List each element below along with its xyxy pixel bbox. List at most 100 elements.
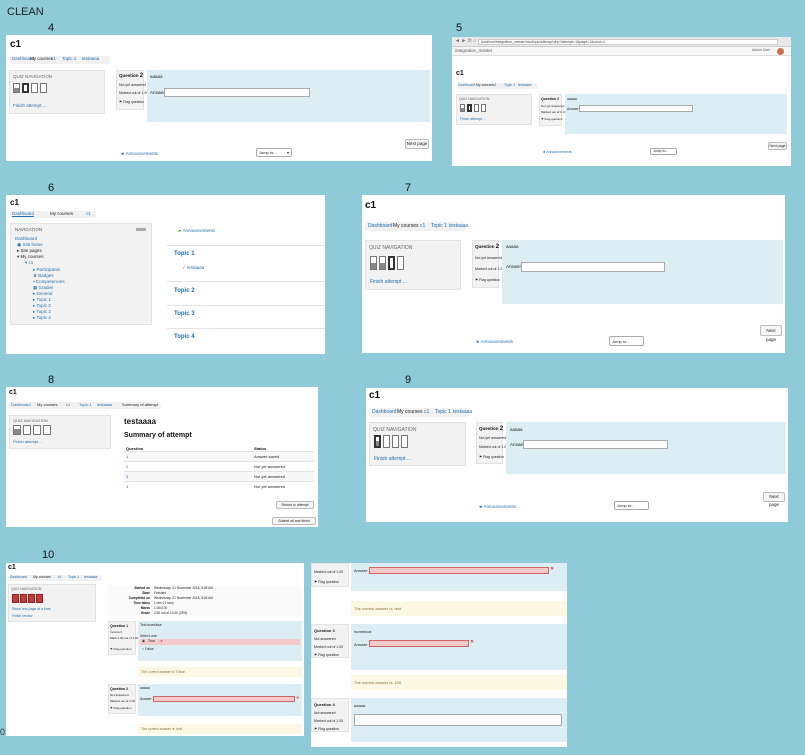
- nav-item[interactable]: ▦ Grades: [33, 285, 53, 291]
- url-bar[interactable]: localhost/integration_master/mod/quiz/at…: [478, 39, 778, 45]
- site-name[interactable]: integration_master: [455, 48, 492, 53]
- radio-false[interactable]: ○ False: [142, 647, 154, 651]
- question-number-link[interactable]: 1: [126, 454, 128, 459]
- quiz-nav-button-4[interactable]: [401, 435, 408, 448]
- answer-input[interactable]: [164, 88, 310, 97]
- quiz-nav-button-3[interactable]: [388, 256, 395, 270]
- nav-item[interactable]: ▸ General: [33, 291, 53, 297]
- quiz-nav-button-4[interactable]: [481, 104, 486, 112]
- announcements-link[interactable]: ◄ Announcements: [475, 339, 513, 344]
- question-number-link[interactable]: 2: [126, 464, 128, 469]
- nav-item[interactable]: ▸ Topic 2: [33, 303, 51, 309]
- nav-item[interactable]: ▾ c1: [25, 260, 33, 266]
- flag-question[interactable]: ⚑ Flag question: [110, 706, 132, 710]
- quiz-link[interactable]: ✓ testaaaa: [182, 265, 204, 271]
- flag-question[interactable]: ⚑ Flag question: [314, 580, 339, 584]
- submit-all-button[interactable]: Submit all and finish: [272, 517, 316, 525]
- breadcrumb-topic[interactable]: Topic 1: [62, 56, 76, 61]
- nav-item[interactable]: ▸ Topic 1: [33, 297, 51, 303]
- quiz-nav-button-1[interactable]: [370, 256, 377, 270]
- quiz-nav-button-1[interactable]: [374, 435, 381, 448]
- flag-question[interactable]: ⚑ Flag question: [314, 727, 339, 731]
- question-number-link[interactable]: 3: [126, 474, 128, 479]
- nav-item[interactable]: ▣ Site home: [17, 242, 43, 248]
- browser-nav-icons[interactable]: ◄ ► ⟳ ⌂: [455, 38, 476, 44]
- quiz-nav-button-2[interactable]: [23, 425, 31, 435]
- quiz-nav-button-1[interactable]: [12, 594, 19, 603]
- finish-attempt-link[interactable]: Finish attempt ...: [13, 439, 43, 444]
- breadcrumb-course[interactable]: c1: [51, 56, 56, 61]
- nav-item[interactable]: ▪ Competencies: [33, 279, 65, 284]
- quiz-nav-button-3[interactable]: [28, 594, 35, 603]
- breadcrumb-quiz[interactable]: testaaaa: [82, 56, 99, 61]
- answer-input-incorrect[interactable]: [153, 696, 295, 702]
- quiz-nav-button-3[interactable]: [33, 425, 41, 435]
- answer-input[interactable]: [579, 105, 693, 112]
- answer-input-incorrect[interactable]: [369, 640, 469, 647]
- flag-question[interactable]: ⚑ Flag question: [479, 455, 504, 459]
- answer-input-incorrect[interactable]: [369, 567, 549, 574]
- avatar[interactable]: [777, 48, 784, 55]
- jump-to-select[interactable]: Jump to...: [614, 501, 649, 510]
- flag-question[interactable]: ⚑ Flag question: [314, 653, 339, 657]
- flag-question[interactable]: ⚑ Flag question: [110, 647, 132, 651]
- screenshot-10-continued: Marked out of 1.00 ⚑ Flag question Answe…: [311, 563, 567, 747]
- finish-review-link[interactable]: Finish review: [12, 614, 32, 618]
- quiz-nav-button-2[interactable]: [379, 256, 386, 270]
- next-page-button[interactable]: Next page: [760, 325, 782, 342]
- finish-attempt-link[interactable]: Finish attempt ...: [374, 456, 411, 462]
- show-one-page-link[interactable]: Show one page at a time: [12, 607, 51, 611]
- topic-4-heading[interactable]: Topic 4: [174, 334, 195, 340]
- quiz-nav-button-2[interactable]: [20, 594, 27, 603]
- quiz-nav-button-4[interactable]: [397, 256, 404, 270]
- return-to-attempt-button[interactable]: Return to attempt: [276, 501, 314, 509]
- quiz-nav-button-4[interactable]: [43, 425, 51, 435]
- radio-true[interactable]: ◉: [142, 639, 145, 643]
- quiz-nav-button-2[interactable]: [467, 104, 472, 112]
- quiz-nav-button-1[interactable]: [13, 83, 20, 93]
- quiz-nav-button-2[interactable]: [22, 83, 29, 93]
- topic-2-heading[interactable]: Topic 2: [174, 288, 195, 294]
- block-collapse-icon[interactable]: [136, 228, 146, 231]
- announcements-link[interactable]: ◄ Announcements: [478, 504, 516, 509]
- jump-to-select[interactable]: Jump to... ▾: [256, 148, 292, 157]
- nav-item[interactable]: ▸ Participants: [33, 267, 60, 273]
- answer-input[interactable]: [523, 440, 668, 449]
- next-page-button[interactable]: Next page: [768, 142, 787, 150]
- quiz-nav-button-4[interactable]: [40, 83, 47, 93]
- quiz-nav-button-1[interactable]: [13, 425, 21, 435]
- user-menu[interactable]: Admin User: [752, 48, 770, 52]
- announcements-link[interactable]: ◄ Announcements: [120, 151, 158, 156]
- answer-textarea[interactable]: [354, 714, 562, 726]
- nav-item[interactable]: Dashboard: [15, 236, 37, 241]
- quiz-nav-button-4[interactable]: [36, 594, 43, 603]
- quiz-nav-button-2[interactable]: [383, 435, 390, 448]
- nav-item[interactable]: ♛ Badges: [33, 273, 54, 279]
- jump-to-select[interactable]: Jump to...: [650, 148, 677, 155]
- nav-item[interactable]: ▾ My courses: [17, 254, 44, 260]
- flag-question[interactable]: ⚑ Flag question: [541, 117, 563, 121]
- nav-item[interactable]: ▸ Topic 3: [33, 309, 51, 315]
- next-page-button[interactable]: Next page: [763, 492, 785, 507]
- finish-attempt-link[interactable]: Finish attempt ...: [13, 103, 46, 108]
- quiz-nav-button-3[interactable]: [392, 435, 399, 448]
- topic-3-heading[interactable]: Topic 3: [174, 311, 195, 317]
- breadcrumb-mycourses[interactable]: My courses: [30, 56, 53, 61]
- quiz-nav-button-3[interactable]: [31, 83, 38, 93]
- nav-item[interactable]: ▸ Site pages: [17, 248, 42, 254]
- nav-item[interactable]: ▸ Topic 4: [33, 315, 51, 321]
- flag-question[interactable]: ⚑ Flag question: [119, 100, 144, 104]
- announcements-link[interactable]: ◄ Announcements: [542, 150, 572, 154]
- topic-1-heading[interactable]: Topic 1: [174, 251, 195, 257]
- finish-attempt-link[interactable]: Finish attempt ...: [370, 279, 407, 285]
- question-number-link[interactable]: 4: [126, 484, 128, 489]
- finish-attempt-link[interactable]: Finish attempt ...: [460, 117, 486, 121]
- answer-input[interactable]: [521, 262, 665, 272]
- flag-question[interactable]: ⚑ Flag question: [475, 278, 500, 282]
- quiz-nav-button-3[interactable]: [474, 104, 479, 112]
- jump-to-select[interactable]: Jump to...: [609, 336, 644, 346]
- quiz-nav-button-1[interactable]: [460, 104, 465, 112]
- next-page-button[interactable]: Next page: [405, 139, 429, 149]
- announcements-link[interactable]: ▰ Announcements: [178, 228, 215, 234]
- breadcrumb: Dashboard My courses c1 Topic 1 testaaaa: [456, 83, 538, 89]
